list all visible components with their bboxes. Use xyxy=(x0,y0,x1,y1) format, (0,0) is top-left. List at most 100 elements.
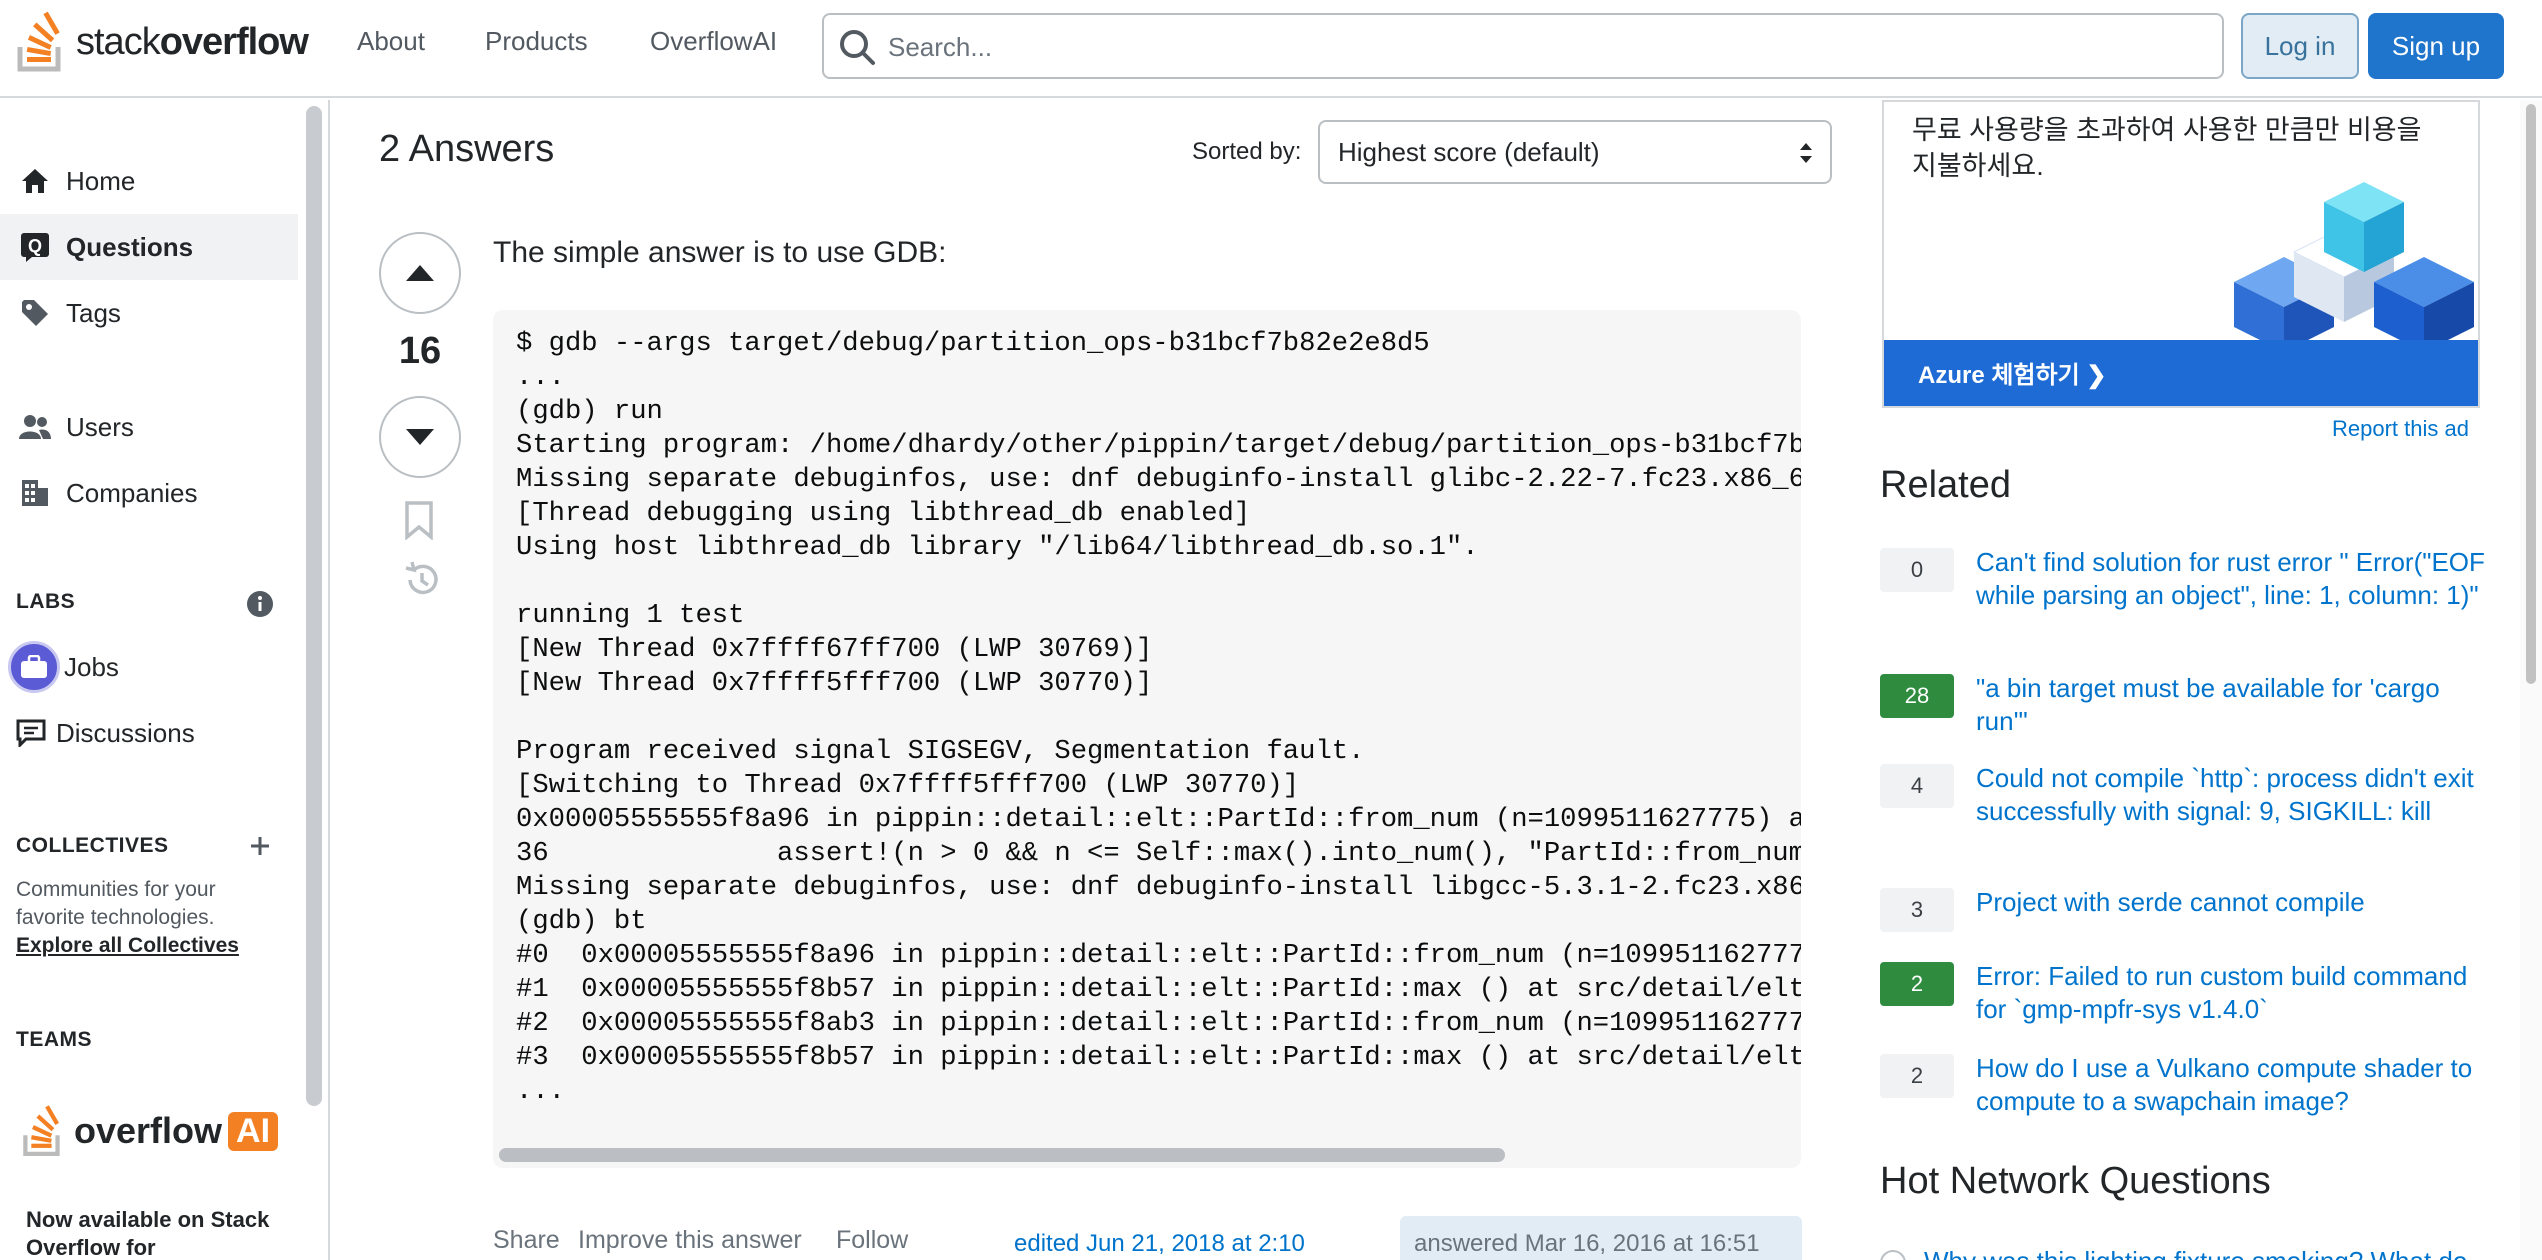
sidebar-item-label: Users xyxy=(66,411,134,442)
signup-button[interactable]: Sign up xyxy=(2368,13,2504,79)
sidebar-item-label: Discussions xyxy=(56,717,195,748)
top-bar: stackoverflow About Products OverflowAI … xyxy=(0,0,2542,98)
sidebar-item-discussions[interactable]: Discussions xyxy=(0,700,298,766)
downvote-button[interactable] xyxy=(379,396,461,478)
code-line: (gdb) bt xyxy=(516,906,647,937)
login-button[interactable]: Log in xyxy=(2241,13,2359,79)
svg-text:Q: Q xyxy=(28,236,42,256)
sort-select[interactable]: Highest score (default) xyxy=(1318,120,1832,184)
select-arrows-icon xyxy=(1800,143,1812,163)
code-line: ... xyxy=(516,1076,565,1107)
related-question-link[interactable]: Can't find solution for rust error " Err… xyxy=(1976,546,2496,612)
explore-collectives-link[interactable]: Explore all Collectives xyxy=(16,934,239,957)
code-horizontal-scrollbar[interactable] xyxy=(499,1148,1505,1162)
code-line: [Switching to Thread 0x7ffff5fff700 (LWP… xyxy=(516,770,1300,801)
search-icon xyxy=(840,30,875,65)
hot-network-heading: Hot Network Questions xyxy=(1880,1160,2271,1202)
code-line: [New Thread 0x7ffff5fff700 (LWP 30770)] xyxy=(516,668,1153,699)
search-box[interactable] xyxy=(822,13,2224,79)
teams-heading: TEAMS xyxy=(16,1028,92,1051)
arrow-down-icon xyxy=(406,429,434,445)
share-link[interactable]: Share xyxy=(493,1226,560,1255)
sidebar-item-home[interactable]: Home xyxy=(0,148,298,214)
search-input[interactable] xyxy=(888,27,2188,67)
related-score-badge: 2 xyxy=(1880,962,1954,1006)
overflowai-badge: AI xyxy=(228,1111,279,1151)
overflowai-wordmark: overflow xyxy=(74,1110,223,1151)
improve-answer-link[interactable]: Improve this answer xyxy=(578,1226,802,1255)
answered-timestamp: answered Mar 16, 2016 at 16:51 xyxy=(1414,1230,1760,1257)
tag-icon xyxy=(18,296,52,330)
code-line: Missing separate debuginfos, use: dnf de… xyxy=(516,464,1801,495)
code-line: $ gdb --args target/debug/partition_ops-… xyxy=(516,328,1430,359)
related-question-link[interactable]: Project with serde cannot compile xyxy=(1976,886,2496,919)
info-icon[interactable] xyxy=(246,590,274,618)
code-line: #2 0x00005555555f8ab3 in pippin::detail:… xyxy=(516,1008,1801,1039)
related-question-link[interactable]: Error: Failed to run custom build comman… xyxy=(1976,960,2496,1026)
code-line: #3 0x00005555555f8b57 in pippin::detail:… xyxy=(516,1042,1801,1073)
ad-cta-link[interactable]: Azure 체험하기 ❯ xyxy=(1918,355,2106,390)
stackoverflow-logo[interactable]: stackoverflow xyxy=(16,10,309,74)
teams-promo-text: Now available on Stack Overflow for xyxy=(26,1207,270,1260)
code-line: Missing separate debuginfos, use: dnf de… xyxy=(516,872,1801,903)
edited-timestamp[interactable]: edited Jun 21, 2018 at 2:10 xyxy=(1014,1230,1305,1258)
companies-icon xyxy=(18,476,52,510)
logo-wordmark: stackoverflow xyxy=(76,20,309,63)
sort-label: Sorted by: xyxy=(1192,138,1302,165)
related-heading: Related xyxy=(1880,464,2011,506)
stackoverflow-logo-icon xyxy=(17,11,61,72)
hot-question-link[interactable]: Why was this lighting fixture smoking? W… xyxy=(1924,1246,2467,1260)
page-scrollbar-thumb[interactable] xyxy=(2526,104,2536,684)
report-ad-link[interactable]: Report this ad xyxy=(2332,416,2469,442)
code-block: $ gdb --args target/debug/partition_ops-… xyxy=(493,310,1801,1168)
code-line: [Thread debugging using libthread_db ena… xyxy=(516,498,1251,529)
related-score-badge: 2 xyxy=(1880,1054,1954,1098)
sidebar-scrollbar[interactable] xyxy=(306,106,322,1106)
upvote-button[interactable] xyxy=(379,232,461,314)
cubes-illustration xyxy=(2234,182,2474,352)
related-score-badge: 0 xyxy=(1880,548,1954,592)
sidebar-item-questions[interactable]: Q Questions xyxy=(0,214,298,280)
code-line: 0x00005555555f8a96 in pippin::detail::el… xyxy=(516,804,1801,835)
related-question-link[interactable]: "a bin target must be available for 'car… xyxy=(1976,672,2496,738)
questions-icon: Q xyxy=(18,230,52,264)
page-scrollbar[interactable] xyxy=(2520,100,2542,1260)
nav-products[interactable]: Products xyxy=(485,26,588,57)
history-icon[interactable] xyxy=(402,560,442,600)
sort-value: Highest score (default) xyxy=(1338,136,1600,167)
code-line: running 1 test xyxy=(516,600,745,631)
related-score-badge: 4 xyxy=(1880,764,1954,808)
stackoverflow-logo-icon xyxy=(23,1105,60,1156)
code-line: #0 0x00005555555f8a96 in pippin::detail:… xyxy=(516,940,1801,971)
site-icon xyxy=(1880,1250,1906,1260)
sidebar-item-companies[interactable]: Companies xyxy=(0,460,298,526)
code-line: Starting program: /home/dhardy/other/pip… xyxy=(516,430,1801,461)
left-sidebar: Home Q Questions Tags Users Companies LA… xyxy=(0,100,330,1260)
code-line: #1 0x00005555555f8b57 in pippin::detail:… xyxy=(516,974,1801,1005)
sidebar-item-tags[interactable]: Tags xyxy=(0,280,298,346)
answer-lead-text: The simple answer is to use GDB: xyxy=(493,236,947,269)
code-line: (gdb) run xyxy=(516,396,663,427)
bookmark-icon[interactable] xyxy=(402,500,436,540)
vote-count: 16 xyxy=(398,330,442,372)
jobs-icon xyxy=(8,641,60,693)
sidebar-item-users[interactable]: Users xyxy=(0,394,298,460)
discussions-icon xyxy=(14,716,48,750)
related-question-link[interactable]: Could not compile `http`: process didn't… xyxy=(1976,762,2496,828)
sidebar-item-label: Jobs xyxy=(64,651,119,682)
add-icon[interactable] xyxy=(248,834,272,858)
collectives-note: Communities for your favorite technologi… xyxy=(16,878,239,957)
code-line: 36 assert!(n > 0 && n <= Self::max().int… xyxy=(516,838,1801,869)
code-line: Using host libthread_db library "/lib64/… xyxy=(516,532,1479,563)
answers-count-title: 2 Answers xyxy=(379,128,555,170)
sidebar-item-label: Home xyxy=(66,165,136,196)
overflowai-logo[interactable]: overflow AI xyxy=(22,1104,279,1158)
advertisement[interactable]: 무료 사용량을 초과하여 사용한 만큼만 비용을 지불하세요. Azure 체험… xyxy=(1882,100,2480,408)
sidebar-item-label: Questions xyxy=(66,231,194,262)
sidebar-item-jobs[interactable]: Jobs xyxy=(0,634,298,700)
nav-overflowai[interactable]: OverflowAI xyxy=(650,26,777,57)
nav-about[interactable]: About xyxy=(357,26,425,57)
related-question-link[interactable]: How do I use a Vulkano compute shader to… xyxy=(1976,1052,2496,1118)
arrow-up-icon xyxy=(406,265,434,281)
follow-link[interactable]: Follow xyxy=(836,1226,908,1255)
